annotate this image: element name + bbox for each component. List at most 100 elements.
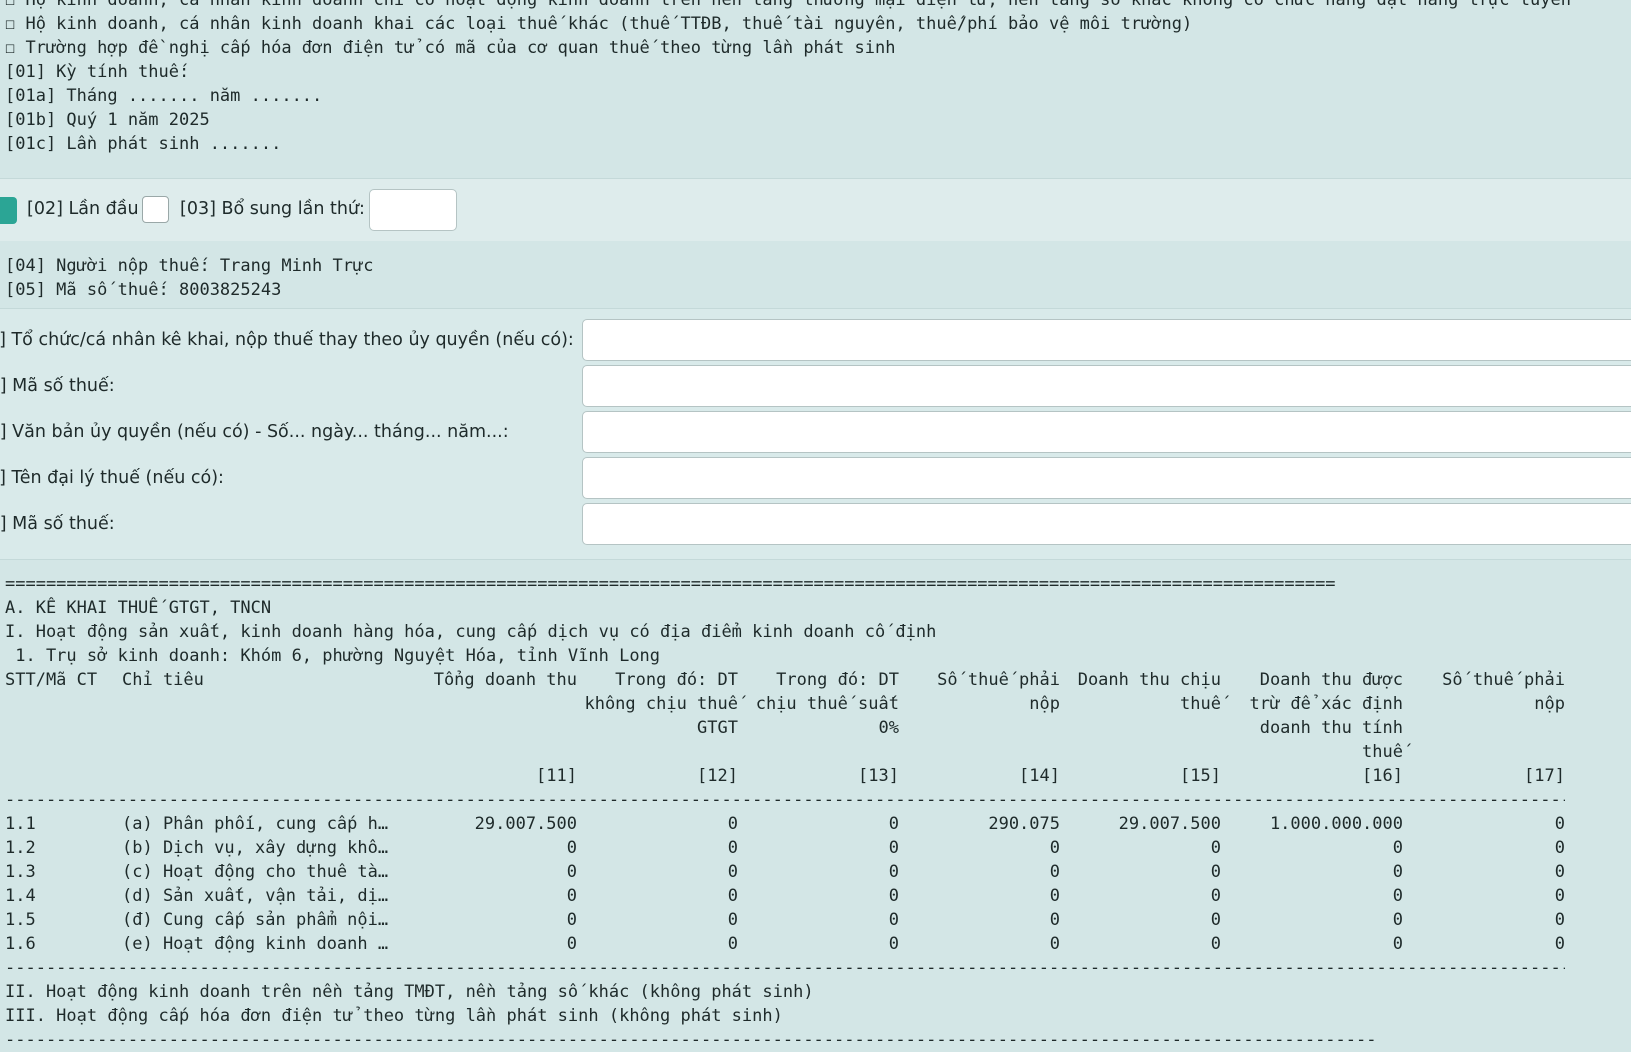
taxpayer-name: [04] Người nộp thuế: Trang Minh Trực (5, 256, 374, 276)
table-row: 1.5 (đ) Cung cấp sản phẩm nội… 0 0 0 0 0 0 0 (5, 908, 1565, 932)
row-indicator: (b) Dịch vụ, xây dựng khô… (122, 838, 389, 858)
row-value: 0 (1554, 910, 1565, 930)
row-value: 0 (727, 910, 738, 930)
row-code: 1.4 (5, 886, 36, 906)
code-11: [11] (536, 766, 577, 786)
row-value: 0 (1392, 910, 1403, 930)
supplement-checkbox[interactable] (142, 196, 169, 223)
supplement-label: [03] Bổ sung lần thứ: (180, 199, 365, 219)
row-code: 1.2 (5, 838, 36, 858)
option-e-invoice-per-occurrence[interactable]: ☐ Trường hợp đề nghị cấp hóa đơn điện tử… (5, 36, 1631, 60)
row-value: 0 (1554, 934, 1565, 954)
row-value: 0 (1392, 838, 1403, 858)
tax-agent-name-input[interactable] (582, 457, 1631, 499)
row-code: 1.1 (5, 814, 36, 834)
row-value: 0 (1210, 910, 1221, 930)
auth-row-06: [06] Tổ chức/cá nhân kê khai, nộp thuế t… (0, 319, 1631, 363)
row-value: 0 (1049, 886, 1060, 906)
col-header-tax-payable: Số thuế phải nộp (937, 670, 1060, 714)
code-14: [14] (1019, 766, 1060, 786)
auth-row-07-1: [07.1] Mã số thuế: (0, 503, 1631, 547)
row-value: 0 (727, 814, 738, 834)
separator-equals: ========================================… (5, 574, 1336, 594)
row-value: 0 (1049, 862, 1060, 882)
row-value: 1.000.000.000 (1269, 814, 1403, 834)
row-value: 0 (1210, 862, 1221, 882)
code-16: [16] (1362, 766, 1403, 786)
option-other-taxes[interactable]: ☐ Hộ kinh doanh, cá nhân kinh doanh khai… (5, 12, 1631, 36)
row-value: 0 (727, 838, 738, 858)
row-value: 0 (1049, 838, 1060, 858)
authorization-section: [06] Tổ chức/cá nhân kê khai, nộp thuế t… (0, 309, 1631, 560)
tax-period-label: [01] Kỳ tính thuế: (5, 62, 190, 82)
taxpayer-info: [04] Người nộp thuế: Trang Minh Trực [05… (0, 241, 1631, 309)
row-indicator: (đ) Cung cấp sản phẩm nội… (122, 910, 389, 930)
row-value: 0 (1554, 814, 1565, 834)
authorized-party-input[interactable] (582, 319, 1631, 361)
row-value: 0 (888, 910, 899, 930)
section-i-title: I. Hoạt động sản xuất, kinh doanh hàng h… (5, 622, 937, 642)
table-row: 1.2 (b) Dịch vụ, xây dựng khô… 0 0 0 0 0 0 0 (5, 836, 1565, 860)
col-header-indicator: Chỉ tiêu (122, 670, 204, 690)
row-value: 0 (566, 862, 577, 882)
row-value: 0 (1392, 934, 1403, 954)
row-value: 0 (1049, 934, 1060, 954)
separator-dash-top: ----------------------------------------… (5, 790, 1565, 810)
tax-period-occurrence: [01c] Lần phát sinh ....... (5, 134, 282, 154)
row-value: 29.007.500 (474, 814, 577, 834)
authorized-tax-code-input[interactable] (582, 365, 1631, 407)
row-value: 0 (1392, 862, 1403, 882)
tax-agent-tax-code-input[interactable] (582, 503, 1631, 545)
row-value: 0 (1554, 838, 1565, 858)
row-indicator: (e) Hoạt động kinh doanh … (122, 934, 389, 954)
col-header-zero-rate-revenue: Trong đó: DT chịu thuế suất 0% (755, 670, 899, 738)
row-value: 0 (888, 814, 899, 834)
auth-label-07: [07] Tên đại lý thuế (nếu có): (0, 468, 224, 488)
first-time-checkbox[interactable] (0, 197, 17, 224)
table-row: 1.4 (d) Sản xuất, vận tải, dị… 0 0 0 0 0 0 0 (5, 884, 1565, 908)
form-header-block: ☐ Hộ kinh doanh, cá nhân kinh doanh chỉ … (0, 0, 1631, 178)
option-ecommerce-only[interactable]: ☐ Hộ kinh doanh, cá nhân kinh doanh chỉ … (5, 0, 1631, 12)
table-row: 1.1 (a) Phân phối, cung cấp h… 29.007.500 0… (5, 812, 1565, 836)
row-value: 0 (566, 838, 577, 858)
col-header-taxable-revenue: Doanh thu chịu thuế (1077, 670, 1221, 714)
auth-label-07-1: [07.1] Mã số thuế: (0, 514, 115, 534)
auth-label-06-2: [06.2] Văn bản ủy quyền (nếu có) - Số...… (0, 422, 509, 442)
col-header-stt: STT/Mã CT (5, 670, 98, 690)
col-header-deductible-revenue: Doanh thu được trừ để xác định doanh thu… (1249, 670, 1403, 762)
row-code: 1.3 (5, 862, 36, 882)
auth-row-07: [07] Tên đại lý thuế (nếu có): (0, 457, 1631, 501)
row-code: 1.6 (5, 934, 36, 954)
code-12: [12] (697, 766, 738, 786)
row-value: 0 (566, 910, 577, 930)
row-value: 0 (888, 862, 899, 882)
table-code-row: [11] [12] [13] [14] [15] [16] [17] (5, 764, 1565, 788)
separator-dash-end: ----------------------------------------… (5, 1030, 1377, 1050)
row-value: 0 (1210, 838, 1221, 858)
table-separator-row: ----------------------------------------… (5, 788, 1565, 812)
col-header-non-vat-revenue: Trong đó: DT không chịu thuế GTGT (584, 670, 738, 738)
row-value: 0 (1210, 934, 1221, 954)
row-value: 0 (1049, 910, 1060, 930)
table-row: 1.6 (e) Hoạt động kinh doanh … 0 0 0 0 0 0 0 (5, 932, 1565, 956)
col-header-total-revenue: Tổng doanh thu (433, 670, 577, 690)
row-value: 290.075 (988, 814, 1060, 834)
supplement-number-input[interactable] (369, 189, 457, 231)
code-17: [17] (1524, 766, 1565, 786)
row-value: 0 (888, 838, 899, 858)
auth-label-06: [06] Tổ chức/cá nhân kê khai, nộp thuế t… (0, 330, 574, 350)
col-header-tax-payable-2: Số thuế phải nộp (1442, 670, 1565, 714)
row-indicator: (c) Hoạt động cho thuê tà… (122, 862, 389, 882)
row-indicator: (d) Sản xuất, vận tải, dị… (122, 886, 389, 906)
row-value: 0 (888, 886, 899, 906)
code-13: [13] (858, 766, 899, 786)
declaration-section: ========================================… (0, 572, 1631, 1052)
row-value: 0 (1554, 886, 1565, 906)
table-row: 1.3 (c) Hoạt động cho thuê tà… 0 0 0 0 0 0 0 (5, 860, 1565, 884)
authorization-document-input[interactable] (582, 411, 1631, 453)
section-ii-title: II. Hoạt động kinh doanh trên nền tảng T… (5, 982, 814, 1002)
row-value: 0 (566, 934, 577, 954)
row-value: 0 (1210, 886, 1221, 906)
section-iii-title: III. Hoạt động cấp hóa đơn điện tử theo … (5, 1006, 783, 1026)
business-premises: 1. Trụ sở kinh doanh: Khóm 6, phường Ngu… (5, 646, 661, 666)
